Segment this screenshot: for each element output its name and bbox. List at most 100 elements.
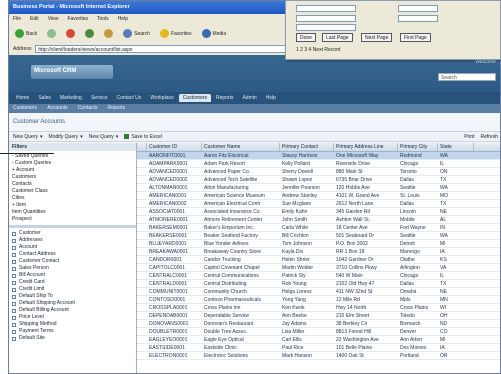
checkbox[interactable] xyxy=(12,266,16,271)
tree-item[interactable]: Prospect xyxy=(12,216,133,223)
tab-workplace[interactable]: Workplace xyxy=(146,94,178,102)
table-row[interactable]: BREAKAWA0001 Breakaway Country Store Kayla… xyxy=(137,248,500,256)
table-row[interactable]: CANDOR0001 Candor Trucking Helen Shrier 104… xyxy=(137,256,500,264)
checkbox[interactable] xyxy=(12,287,16,292)
row-checkbox[interactable] xyxy=(137,200,147,207)
forward-button[interactable] xyxy=(45,28,58,39)
view-item[interactable]: Credit Card xyxy=(12,279,133,286)
subnav-customers[interactable]: Customers xyxy=(13,105,37,112)
checkbox[interactable] xyxy=(12,245,16,250)
checkbox[interactable] xyxy=(12,280,16,285)
table-row[interactable]: ATMORERE0001 Atmore Retirement Center John… xyxy=(137,216,500,224)
view-item[interactable]: Bill Account xyxy=(12,272,133,279)
tree-item[interactable]: Cities xyxy=(12,195,133,202)
checkbox[interactable] xyxy=(12,231,16,236)
view-item[interactable]: Payment Terms xyxy=(12,328,133,335)
tree-item[interactable]: - Saved Queries xyxy=(12,153,133,160)
row-checkbox[interactable] xyxy=(137,304,147,311)
table-row[interactable]: AARONFIT0001 Aaron Fitz Electrical Stacey … xyxy=(137,152,500,160)
table-row[interactable]: BAKERSEM0001 Baker's Emporium Inc. Carla W… xyxy=(137,224,500,232)
checkbox[interactable] xyxy=(12,252,16,257)
tab-admin[interactable]: Admin xyxy=(238,94,260,102)
table-row[interactable]: COMMUNIT0001 Community Church Helga Lorenz… xyxy=(137,288,500,296)
table-row[interactable]: ALTONMAN0001 Alton Manufacturing Jennifer … xyxy=(137,184,500,192)
popup-field[interactable] xyxy=(398,15,438,22)
next-page-button[interactable]: Next Page xyxy=(361,33,393,42)
row-checkbox[interactable] xyxy=(137,216,147,223)
row-checkbox[interactable] xyxy=(137,240,147,247)
row-checkbox[interactable] xyxy=(137,152,147,159)
new-query-2-button[interactable]: New Query ▾ xyxy=(89,134,119,140)
tree-item[interactable]: + Account xyxy=(12,167,133,174)
print-button[interactable]: Print xyxy=(464,134,474,140)
checkbox[interactable] xyxy=(12,336,16,341)
search-button[interactable]: Search xyxy=(121,28,152,39)
tree-item[interactable]: - Custom Queries xyxy=(12,160,133,167)
row-checkbox[interactable] xyxy=(137,336,147,343)
checkbox[interactable] xyxy=(12,315,16,320)
view-item[interactable]: Default Site xyxy=(12,335,133,342)
row-checkbox[interactable] xyxy=(137,256,147,263)
home-button[interactable] xyxy=(102,28,115,39)
header-search-input[interactable]: Search xyxy=(438,73,496,81)
checkbox[interactable] xyxy=(12,322,16,327)
back-button[interactable]: Back xyxy=(13,28,39,39)
tree-item[interactable]: Customer Class xyxy=(12,188,133,195)
popup-field[interactable] xyxy=(296,5,356,12)
table-row[interactable]: ADVANCED0001 Advanced Paper Co. Sherry Dow… xyxy=(137,168,500,176)
column-customer-name[interactable]: Customer Name xyxy=(202,143,280,151)
select-all-checkbox[interactable] xyxy=(137,143,147,151)
tree-item[interactable]: Customers xyxy=(12,174,133,181)
view-item[interactable]: Credit Limit xyxy=(12,286,133,293)
table-row[interactable]: CROSSPLA0001 Cross Plains Inn Ken Kwok Hwy … xyxy=(137,304,500,312)
view-item[interactable]: Customer xyxy=(12,230,133,237)
view-item[interactable]: Addresses xyxy=(12,237,133,244)
view-item[interactable]: Price Level xyxy=(12,314,133,321)
row-checkbox[interactable] xyxy=(137,312,147,319)
modify-query-button[interactable]: Modify Query ▾ xyxy=(49,134,83,140)
row-checkbox[interactable] xyxy=(137,264,147,271)
checkbox[interactable] xyxy=(12,273,16,278)
row-checkbox[interactable] xyxy=(137,352,147,359)
checkbox[interactable] xyxy=(12,329,16,334)
menu-view[interactable]: View xyxy=(48,16,59,22)
subnav-contacts[interactable]: Contacts xyxy=(78,105,98,112)
view-item[interactable]: Customer Contact xyxy=(12,258,133,265)
row-checkbox[interactable] xyxy=(137,168,147,175)
table-row[interactable]: CENTRALC0001 Central Communications Patric… xyxy=(137,272,500,280)
tab-contact-us[interactable]: Contact Us xyxy=(113,94,146,102)
table-row[interactable]: ELECTRON0001 Electronic Solutions Mark Han… xyxy=(137,352,500,360)
table-row[interactable]: BLUEYARD0001 Blue Yonder Airlines Tom John… xyxy=(137,240,500,248)
table-row[interactable]: CAPITOLC0001 Capitol Covenant Chapel Marti… xyxy=(137,264,500,272)
table-row[interactable]: DEPENDAB0001 Dependable Service Ann Beebe 2… xyxy=(137,312,500,320)
checkbox[interactable] xyxy=(12,301,16,306)
excel-button[interactable]: Save to Excel xyxy=(124,134,162,140)
tab-home[interactable]: Home xyxy=(12,94,33,102)
row-checkbox[interactable] xyxy=(137,296,147,303)
view-item[interactable]: Shipping Method xyxy=(12,321,133,328)
row-checkbox[interactable] xyxy=(137,232,147,239)
view-item[interactable]: Sales Person xyxy=(12,265,133,272)
popup-field[interactable] xyxy=(398,5,438,12)
column-city[interactable]: Primary City xyxy=(398,143,438,151)
checkbox[interactable] xyxy=(12,238,16,243)
column-address-line[interactable]: Primary Address Line xyxy=(334,143,398,151)
row-checkbox[interactable] xyxy=(137,328,147,335)
new-query-button[interactable]: New Query ▾ xyxy=(13,134,43,140)
column-state[interactable]: State xyxy=(438,143,474,151)
table-row[interactable]: ASSOCIAT0001 Associated Insurance Co. Emil… xyxy=(137,208,500,216)
tab-service[interactable]: Service xyxy=(87,94,112,102)
table-row[interactable]: EAGLEYEO0001 Eagle Eye Optical Carl Ellis 2… xyxy=(137,336,500,344)
tab-sales[interactable]: Sales xyxy=(34,94,55,102)
row-checkbox[interactable] xyxy=(137,280,147,287)
first-page-button[interactable]: First Page xyxy=(400,33,431,42)
checkbox[interactable] xyxy=(12,259,16,264)
table-row[interactable]: DONOVANS0001 Donovan's Restaurant Jay Adam… xyxy=(137,320,500,328)
tab-help[interactable]: Help xyxy=(262,94,280,102)
view-item[interactable]: Contact Address xyxy=(12,251,133,258)
view-item[interactable]: Default Ship To xyxy=(12,293,133,300)
tab-marketing[interactable]: Marketing xyxy=(56,94,86,102)
row-checkbox[interactable] xyxy=(137,208,147,215)
row-checkbox[interactable] xyxy=(137,272,147,279)
done-button[interactable]: Done xyxy=(296,33,316,42)
